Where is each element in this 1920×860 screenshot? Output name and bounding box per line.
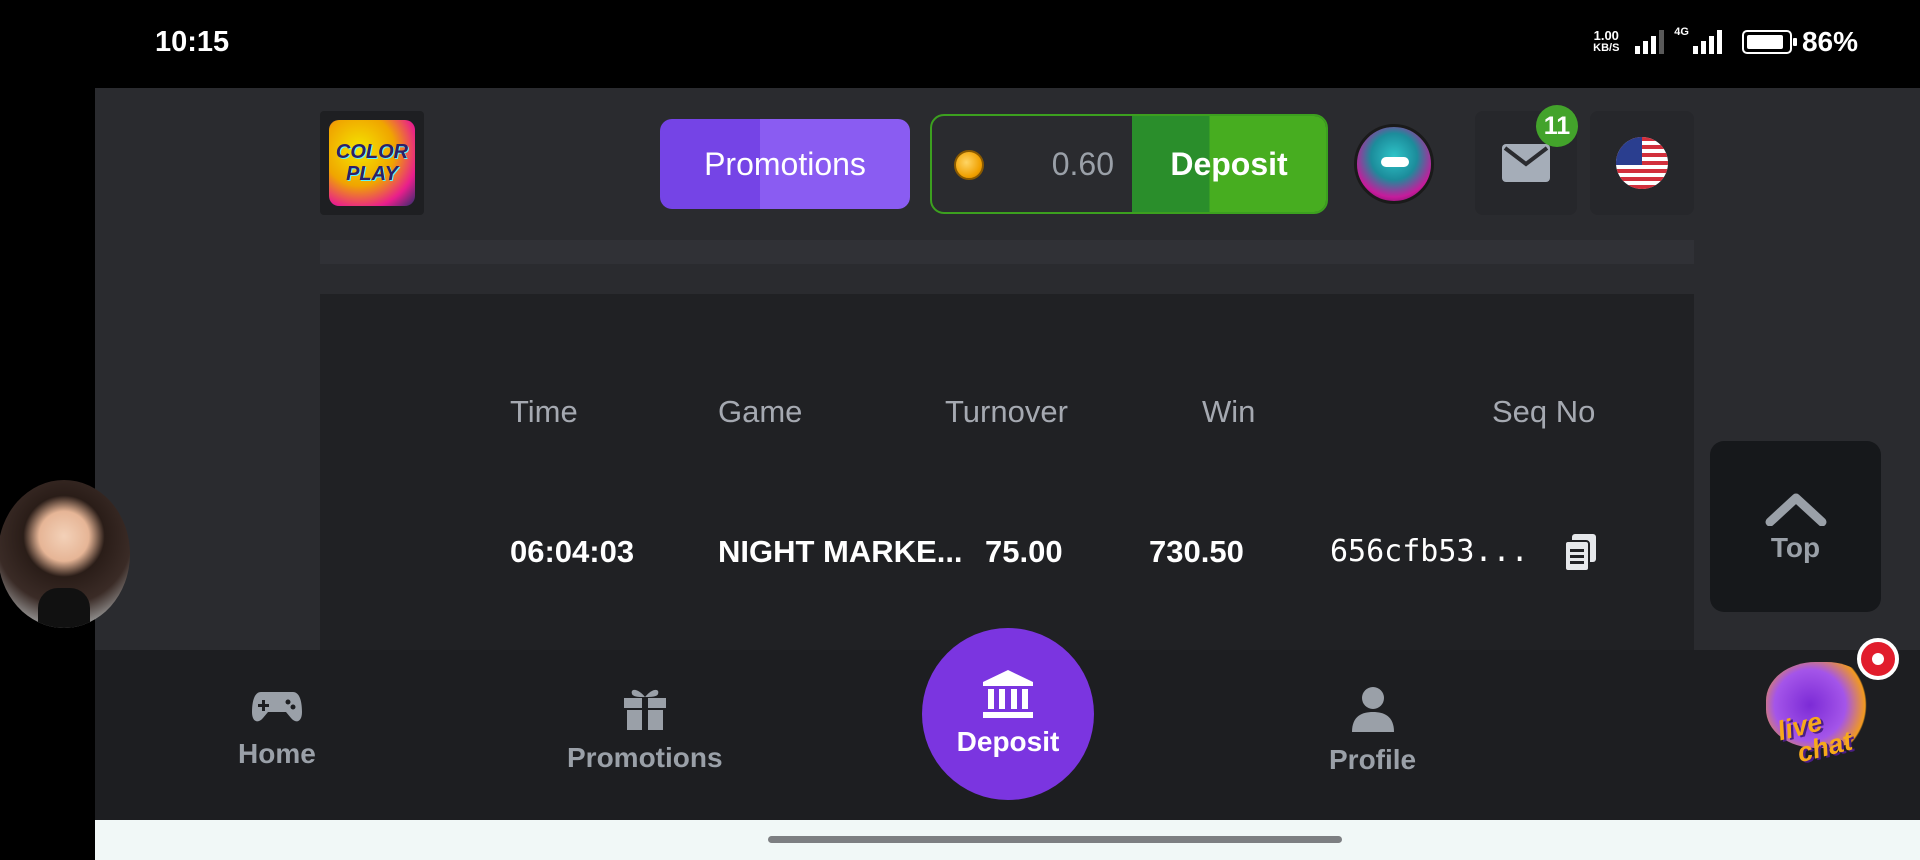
column-header-win: Win	[1202, 394, 1256, 429]
wallet-balance-area[interactable]: 0.60	[932, 116, 1132, 212]
user-avatar[interactable]	[1354, 124, 1434, 204]
site-logo[interactable]: COLOR PLAY	[320, 111, 424, 215]
nav-home[interactable]: Home	[238, 686, 316, 770]
coin-icon	[954, 150, 984, 180]
balance-value: 0.60	[1051, 146, 1114, 182]
mail-badge: 11	[1536, 105, 1578, 147]
cell-game: NIGHT MARKE...	[718, 534, 963, 569]
network-type: 4G	[1674, 26, 1689, 38]
column-header-time: Time	[510, 394, 578, 429]
column-header-seq-no: Seq No	[1492, 394, 1596, 429]
bottom-navigation: Home Promotions Deposit Profile	[95, 628, 1920, 820]
nav-home-label: Home	[238, 738, 316, 769]
top-header: COLOR PLAY Promotions 0.60 Deposit 11	[95, 88, 1920, 240]
deposit-button[interactable]: Deposit	[1132, 116, 1326, 212]
status-time: 10:15	[155, 26, 230, 58]
scroll-top-button[interactable]: Top	[1710, 441, 1881, 612]
copy-icon[interactable]	[1564, 534, 1598, 572]
chevron-up-icon	[1765, 493, 1826, 526]
language-button[interactable]	[1590, 111, 1694, 215]
promotions-button[interactable]: Promotions	[660, 119, 910, 209]
column-header-turnover: Turnover	[945, 394, 1068, 429]
gesture-bar-area	[95, 820, 1920, 860]
cell-seq-no: 656cfb53...	[1330, 534, 1529, 569]
network-speed-value: 1.00	[1593, 28, 1619, 43]
nav-profile-label: Profile	[1329, 744, 1417, 775]
gift-icon	[623, 689, 666, 730]
battery-icon	[1741, 30, 1797, 54]
support-agent-avatar[interactable]	[0, 480, 130, 628]
status-bar: 10:15 1.00 KB/S 4G 86%	[0, 0, 1920, 88]
nav-profile[interactable]: Profile	[1329, 686, 1416, 776]
gamepad-icon	[251, 692, 302, 722]
cell-time: 06:04:03	[510, 534, 635, 569]
cell-win: 730.50	[1149, 534, 1244, 569]
logo-text-top: COLOR	[335, 141, 409, 163]
status-indicators: 1.00 KB/S 4G 86%	[1587, 26, 1858, 58]
wallet-widget: 0.60 Deposit	[930, 114, 1328, 214]
signal-icon	[1635, 30, 1665, 54]
network-speed-unit: KB/S	[1593, 42, 1620, 54]
record-icon	[1857, 638, 1899, 680]
scroll-top-label: Top	[1770, 531, 1821, 563]
column-header-game: Game	[718, 394, 803, 429]
color-play-logo: COLOR PLAY	[329, 120, 415, 206]
nav-promotions[interactable]: Promotions	[567, 686, 723, 774]
nav-promotions-label: Promotions	[567, 742, 723, 773]
us-flag-icon	[1616, 137, 1668, 189]
nav-deposit[interactable]: Deposit	[922, 628, 1094, 800]
header-divider	[320, 240, 1694, 264]
cell-turnover: 75.00	[985, 534, 1063, 569]
home-indicator[interactable]	[768, 836, 1342, 843]
battery-percentage: 86%	[1801, 26, 1858, 57]
signal-icon-2	[1692, 30, 1722, 54]
user-icon	[1351, 687, 1394, 732]
network-speed: 1.00 KB/S	[1587, 29, 1625, 55]
bank-icon	[983, 670, 1033, 718]
nav-deposit-label: Deposit	[956, 726, 1060, 757]
mail-icon	[1502, 144, 1550, 182]
logo-text-bottom: PLAY	[346, 163, 398, 185]
livechat-button[interactable]: live chat	[1760, 638, 1899, 778]
